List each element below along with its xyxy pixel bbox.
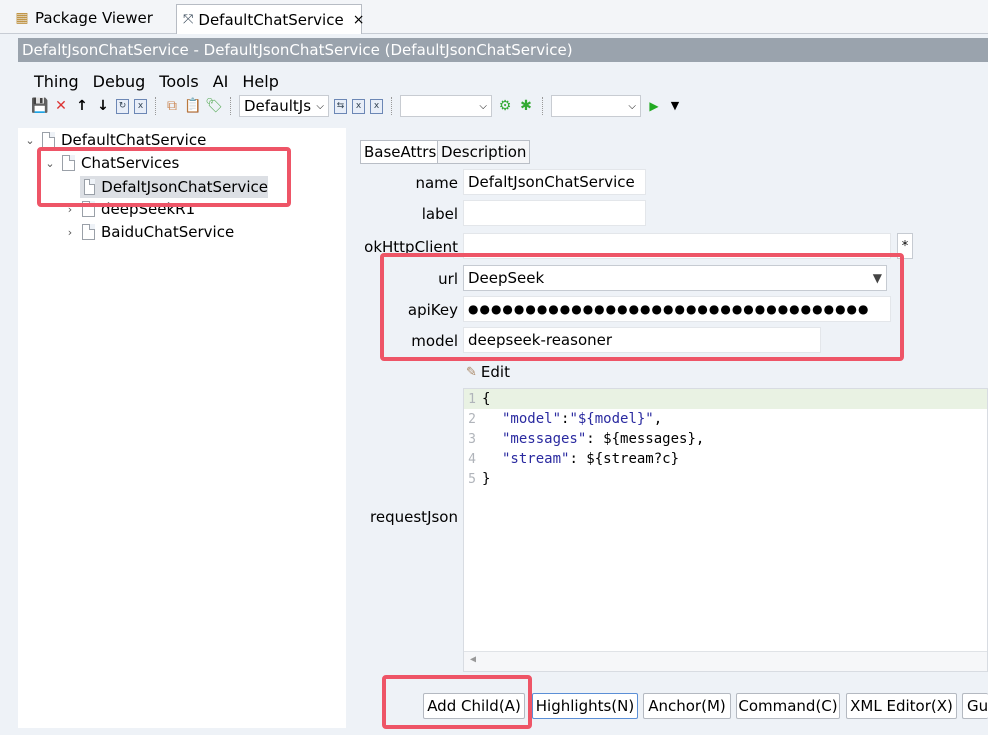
code-text: : ${messages}, xyxy=(586,431,705,447)
chevron-down-icon: ⌵ xyxy=(479,100,487,112)
anchor-button[interactable]: Anchor(M) xyxy=(643,693,731,719)
code-line: 1 { xyxy=(464,389,987,409)
line-number: 3 xyxy=(468,431,476,447)
toolbar: 💾 ✕ ↑ ↓ ↻ x ⧉ 📋 🏷 DefaultJs ⌵ ⇆ x x ⌵ ⚙ … xyxy=(18,94,988,118)
line-number: 2 xyxy=(468,411,476,427)
label-field[interactable] xyxy=(463,200,646,226)
highlight-box-fields xyxy=(380,253,904,361)
chevron-down-icon[interactable]: ⌄ xyxy=(24,134,36,147)
descriptor-combo[interactable]: DefaultJs ⌵ xyxy=(239,95,329,117)
run-green-icon[interactable]: ⚙ xyxy=(497,98,513,114)
requestjson-label: requestJson xyxy=(370,508,458,526)
structure-tree xyxy=(18,128,346,728)
request-json-editor[interactable]: 1 { 2 "model" : "${model}" , 3 "messages… xyxy=(463,388,988,672)
scroll-left-icon[interactable]: ◀ xyxy=(470,654,476,665)
line-number: 1 xyxy=(468,391,476,407)
code-key: "messages" xyxy=(502,431,587,447)
gui-button[interactable]: Gu xyxy=(962,693,988,719)
save-icon[interactable]: 💾 xyxy=(31,98,48,114)
menu-debug[interactable]: Debug xyxy=(93,72,146,91)
descriptor-combo-value: DefaultJs xyxy=(244,97,312,115)
code-key: "model" xyxy=(502,411,562,427)
paste-icon[interactable]: 📋 xyxy=(184,98,201,114)
horizontal-scrollbar[interactable]: ◀ xyxy=(464,651,987,671)
tab-description[interactable]: Description xyxy=(437,140,531,164)
open-doc-icon[interactable]: ⇆ xyxy=(334,98,347,114)
chevron-right-icon[interactable]: › xyxy=(64,226,76,239)
delete-icon[interactable]: ✕ xyxy=(53,98,69,114)
xml-doc-icon-3[interactable]: x xyxy=(370,98,383,114)
highlights-button[interactable]: Highlights(N) xyxy=(532,693,638,719)
command-button[interactable]: Command(C) xyxy=(736,693,840,719)
highlight-box-add-child xyxy=(382,675,532,729)
bookmark-icon[interactable]: 🏷 xyxy=(205,98,223,114)
tab-default-chat-service[interactable]: ⤧ DefaultChatService × xyxy=(176,4,365,34)
menu-help[interactable]: Help xyxy=(242,72,278,91)
line-number: 5 xyxy=(468,471,476,487)
tab-label: DefaultChatService xyxy=(198,10,344,29)
code-text: : ${stream?c} xyxy=(569,451,680,467)
code-key: "stream" xyxy=(502,451,570,467)
xml-doc-icon[interactable]: x xyxy=(134,98,147,114)
name-label: name xyxy=(415,174,458,192)
package-icon: ▦ xyxy=(15,10,29,26)
copy-icon[interactable]: ⧉ xyxy=(164,98,180,114)
edit-link[interactable]: ✎ Edit xyxy=(466,363,510,381)
menu-ai[interactable]: AI xyxy=(213,72,229,91)
chevron-down-icon: ⌵ xyxy=(628,100,636,112)
menu-tools[interactable]: Tools xyxy=(159,72,198,91)
edit-link-label: Edit xyxy=(480,363,510,381)
toolbar-separator xyxy=(155,97,156,115)
code-text: , xyxy=(653,411,663,427)
thing-icon: ⤧ xyxy=(183,11,194,27)
run-debug-icon[interactable]: ✱ xyxy=(518,98,534,114)
tab-baseattrs[interactable]: BaseAttrs xyxy=(360,140,441,164)
code-text: : xyxy=(561,411,570,427)
line-number: 4 xyxy=(468,451,476,467)
run-combo[interactable]: ⌵ xyxy=(551,95,641,117)
file-icon xyxy=(42,132,55,148)
tree-node-baidu[interactable]: › BaiduChatService xyxy=(64,223,234,241)
dropdown-arrow-icon[interactable]: ▼ xyxy=(667,98,683,114)
name-field[interactable]: DefaltJsonChatService xyxy=(463,169,646,195)
code-text: { xyxy=(482,391,491,407)
menu-thing[interactable]: Thing xyxy=(34,72,79,91)
toolbar-separator xyxy=(391,97,392,115)
chevron-down-icon: ⌵ xyxy=(316,100,324,112)
tree-node-label: BaiduChatService xyxy=(101,223,235,241)
window-title: DefaltJsonChatService - DefaultJsonChatS… xyxy=(18,38,988,62)
code-line: 3 "messages" : ${messages}, xyxy=(464,429,987,449)
close-icon[interactable]: × xyxy=(353,12,365,28)
refresh-doc-icon[interactable]: ↻ xyxy=(116,98,129,114)
label-label: label xyxy=(421,205,458,223)
menu-bar: Thing Debug Tools AI Help xyxy=(18,68,988,94)
code-text: } xyxy=(482,471,491,487)
xml-doc-icon-2[interactable]: x xyxy=(352,98,365,114)
arrow-down-icon[interactable]: ↓ xyxy=(95,98,111,114)
edit-pencil-icon: ✎ xyxy=(466,364,477,380)
file-icon xyxy=(82,224,95,240)
toolbar-separator xyxy=(230,97,231,115)
code-string: "${model}" xyxy=(569,411,654,427)
code-line: 4 "stream" : ${stream?c} xyxy=(464,449,987,469)
toolbar-separator xyxy=(542,97,543,115)
code-line: 2 "model" : "${model}" , xyxy=(464,409,987,429)
play-icon[interactable]: ▶ xyxy=(646,98,662,114)
code-line: 5 } xyxy=(464,469,987,489)
action-combo[interactable]: ⌵ xyxy=(400,95,492,117)
arrow-up-icon[interactable]: ↑ xyxy=(74,98,90,114)
tab-label: Package Viewer xyxy=(35,9,153,27)
tab-package-viewer[interactable]: ▦ Package Viewer xyxy=(8,4,176,32)
highlight-box-tree xyxy=(37,147,291,207)
editor-tab-bar: ▦ Package Viewer ⤧ DefaultChatService × xyxy=(0,0,988,34)
xml-editor-button[interactable]: XML Editor(X) xyxy=(846,693,957,719)
